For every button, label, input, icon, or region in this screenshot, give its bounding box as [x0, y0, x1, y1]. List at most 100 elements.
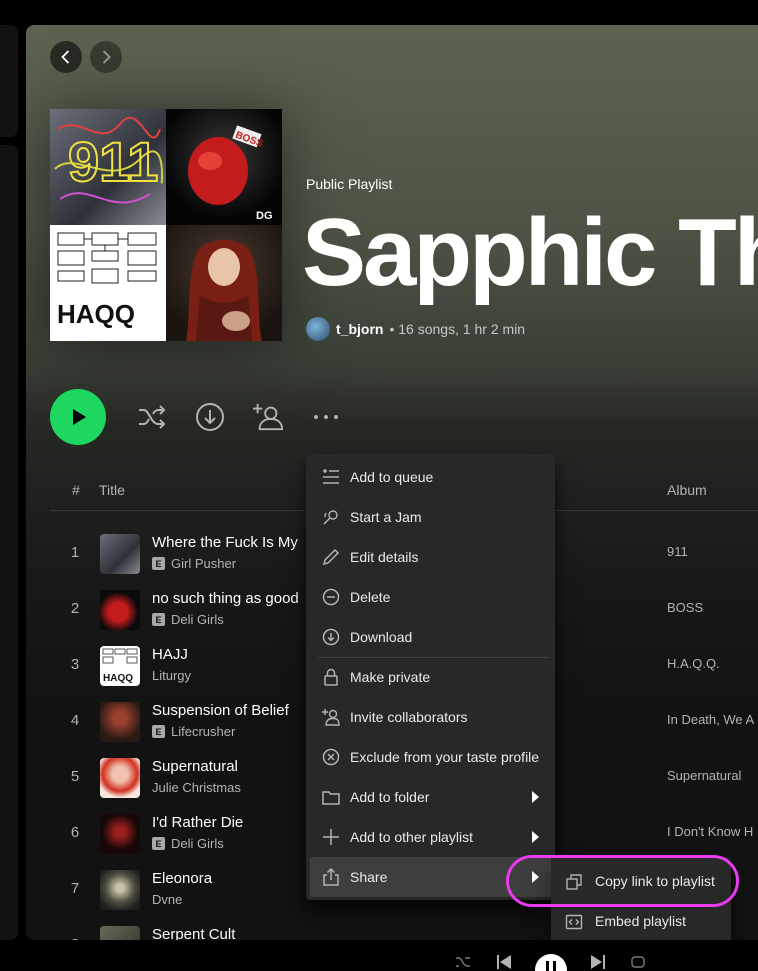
track-number: 2: [70, 600, 80, 617]
chevron-right-icon: [102, 50, 111, 64]
download-button[interactable]: [194, 401, 226, 433]
menu-item-add-to-other-playlist[interactable]: Add to other playlist: [310, 817, 551, 857]
track-album[interactable]: In Death, We A: [667, 712, 754, 727]
forward-button[interactable]: [90, 41, 122, 73]
cover-tile-911: 911: [50, 109, 166, 225]
menu-item-exclude-taste-profile[interactable]: Exclude from your taste profile: [310, 737, 551, 777]
folder-icon: [322, 791, 340, 805]
track-artist: E Girl Pusher: [152, 556, 236, 571]
menu-item-invite-collaborators[interactable]: Invite collaborators: [310, 697, 551, 737]
track-thumbnail: HAQQ: [100, 646, 140, 686]
play-icon: [73, 409, 86, 425]
track-album[interactable]: Supernatural: [667, 768, 741, 783]
menu-item-start-jam[interactable]: Start a Jam: [310, 497, 551, 537]
owner-link[interactable]: t_bjorn: [336, 321, 383, 337]
menu-item-make-private[interactable]: Make private: [310, 657, 551, 697]
artist-link[interactable]: Deli Girls: [171, 612, 224, 627]
add-user-icon: [322, 709, 340, 726]
menu-item-add-to-folder[interactable]: Add to folder: [310, 777, 551, 817]
back-button[interactable]: [50, 41, 82, 73]
track-title[interactable]: Eleonora: [152, 870, 212, 887]
pencil-icon: [322, 548, 340, 566]
svg-text:HAQQ: HAQQ: [103, 673, 133, 684]
owner-avatar[interactable]: [306, 317, 330, 341]
pause-button[interactable]: [535, 954, 567, 971]
shuffle-button[interactable]: [136, 401, 168, 433]
track-thumbnail: [100, 534, 140, 574]
artist-link[interactable]: Lifecrusher: [171, 724, 235, 739]
track-thumbnail: [100, 814, 140, 854]
page-title: Sapphic Th: [302, 199, 758, 306]
shuffle-icon: [139, 405, 166, 429]
explicit-badge: E: [152, 613, 165, 626]
column-title[interactable]: Title: [99, 482, 125, 498]
track-artist: E Lifecrusher: [152, 724, 235, 739]
copy-link-icon: [566, 874, 582, 890]
library-panel-top: [0, 25, 18, 137]
artist-link[interactable]: Liturgy: [152, 668, 191, 683]
explicit-badge: E: [152, 557, 165, 570]
lock-icon: [324, 668, 338, 686]
artist-link[interactable]: Julie Christmas: [152, 780, 241, 795]
track-album[interactable]: H.A.Q.Q.: [667, 656, 720, 671]
shuffle-icon[interactable]: [455, 954, 471, 970]
track-title[interactable]: Serpent Cult: [152, 926, 235, 940]
add-to-queue-icon: [323, 469, 339, 484]
track-album[interactable]: BOSS: [667, 600, 703, 615]
cover-tile-boss: BOSS DG: [166, 109, 282, 225]
track-number: 4: [70, 712, 80, 729]
track-title[interactable]: I'd Rather Die: [152, 814, 243, 831]
minus-circle-icon: [322, 588, 340, 606]
svg-text:DG: DG: [256, 210, 273, 222]
track-title[interactable]: Supernatural: [152, 758, 238, 775]
add-user-icon: [252, 403, 284, 431]
playlist-meta: t_bjorn • 16 songs, 1 hr 2 min: [306, 317, 525, 341]
next-track-icon[interactable]: [590, 954, 606, 970]
menu-item-embed-playlist[interactable]: Embed playlist: [555, 901, 727, 941]
repeat-icon[interactable]: [630, 954, 646, 970]
svg-text:911: 911: [68, 130, 158, 193]
artist-link[interactable]: Deli Girls: [171, 836, 224, 851]
track-title[interactable]: HAJJ: [152, 646, 188, 663]
more-options-button[interactable]: [310, 401, 342, 433]
playlist-cover[interactable]: 911 BOSS DG HAQQ: [50, 109, 282, 341]
track-number: 3: [70, 656, 80, 673]
track-thumbnail: [100, 870, 140, 910]
track-thumbnail: [100, 758, 140, 798]
track-artist: Liturgy: [152, 668, 191, 683]
svg-text:HAQQ: HAQQ: [57, 299, 135, 329]
submenu-arrow-icon: [532, 791, 539, 803]
pause-icon: [546, 961, 549, 971]
menu-item-delete[interactable]: Delete: [310, 577, 551, 617]
track-title[interactable]: no such thing as good: [152, 590, 299, 607]
share-submenu: Copy link to playlist Embed playlist: [551, 857, 731, 943]
library-panel: [0, 145, 18, 940]
menu-item-add-to-queue[interactable]: Add to queue: [310, 457, 551, 497]
artist-link[interactable]: Dvne: [152, 892, 182, 907]
play-button[interactable]: [50, 389, 106, 445]
track-artist: E Deli Girls: [152, 836, 224, 851]
column-album[interactable]: Album: [667, 482, 707, 498]
track-album[interactable]: I Don't Know H: [667, 824, 753, 839]
action-bar: [50, 389, 342, 445]
track-title[interactable]: Where the Fuck Is My: [152, 534, 298, 551]
menu-item-edit-details[interactable]: Edit details: [310, 537, 551, 577]
playlist-context-menu: Add to queue Start a Jam Edit details De…: [306, 454, 555, 900]
submenu-arrow-icon: [532, 831, 539, 843]
playlist-type-label: Public Playlist: [306, 176, 393, 192]
track-title[interactable]: Suspension of Belief: [152, 702, 289, 719]
share-icon: [323, 868, 339, 886]
menu-item-download[interactable]: Download: [310, 617, 551, 657]
track-artist: E Deli Girls: [152, 612, 224, 627]
track-number: 6: [70, 824, 80, 841]
track-album[interactable]: 911: [667, 544, 688, 559]
column-number: #: [72, 482, 80, 498]
menu-item-copy-link[interactable]: Copy link to playlist: [555, 861, 727, 901]
menu-item-share[interactable]: Share: [310, 857, 551, 897]
previous-track-icon[interactable]: [496, 954, 512, 970]
invite-collaborators-button[interactable]: [252, 401, 284, 433]
track-thumbnail: [100, 590, 140, 630]
track-number: 7: [70, 880, 80, 897]
x-circle-icon: [322, 748, 340, 766]
artist-link[interactable]: Girl Pusher: [171, 556, 236, 571]
